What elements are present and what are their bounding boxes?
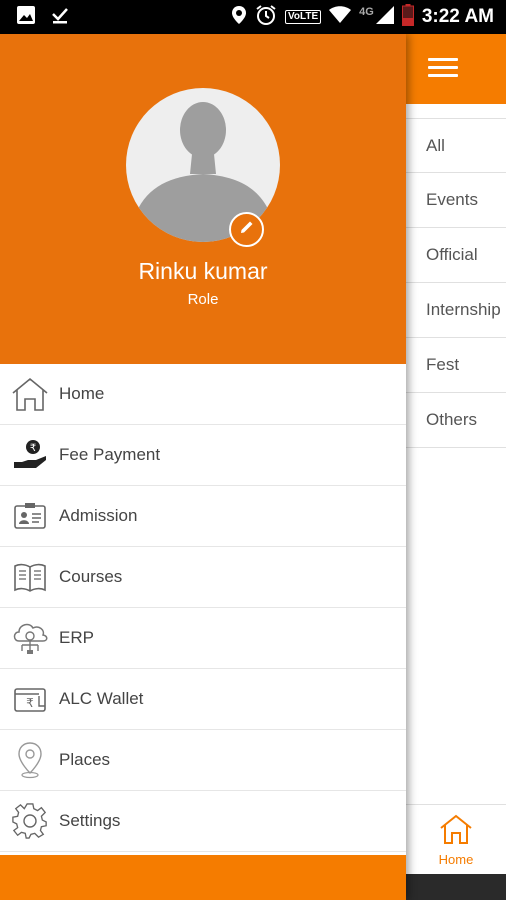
network-type: 4G: [359, 6, 374, 18]
gallery-icon: [16, 5, 36, 30]
edit-profile-button[interactable]: [229, 212, 264, 247]
home-icon: [0, 364, 60, 425]
signal-icon: [375, 5, 394, 29]
system-nav-bar: [406, 874, 506, 900]
menu-item-settings[interactable]: Settings: [0, 791, 406, 852]
category-others[interactable]: Others: [406, 393, 506, 448]
menu-item-home[interactable]: Home: [0, 364, 406, 425]
pencil-icon: [239, 219, 255, 240]
category-internship[interactable]: Internship: [406, 283, 506, 338]
drawer-footer: [0, 855, 406, 900]
courses-icon: [0, 547, 60, 608]
status-bar: VoLTE 4G 3:22 AM: [0, 0, 506, 34]
wifi-icon: [329, 5, 352, 29]
svg-text:₹: ₹: [30, 443, 36, 454]
home-icon: [438, 813, 474, 850]
svg-text:₹: ₹: [26, 696, 34, 710]
location-icon: [231, 5, 247, 30]
menu-item-label: Places: [59, 750, 111, 769]
menu-item-label: Admission: [59, 506, 138, 525]
drawer-header: Rinku kumar Role: [0, 34, 406, 364]
category-list: All Events Official Internship Fest Othe…: [406, 118, 506, 448]
bottom-nav-home[interactable]: Home: [406, 804, 506, 874]
user-name: Rinku kumar: [138, 258, 268, 284]
menu-item-label: ERP: [59, 628, 94, 647]
menu-item-label: Fee Payment: [59, 445, 161, 464]
menu-item-places[interactable]: Places: [0, 730, 406, 791]
user-role: Role: [187, 291, 219, 308]
menu-item-erp[interactable]: ERP: [0, 608, 406, 669]
download-done-icon: [50, 5, 70, 30]
menu-item-courses[interactable]: Courses: [0, 547, 406, 608]
navigation-drawer: Rinku kumar Role Home ₹ Fee Payment Admi…: [0, 34, 406, 900]
menu-item-label: Home: [59, 384, 105, 403]
wallet-icon: ₹: [0, 669, 60, 730]
category-official[interactable]: Official: [406, 228, 506, 283]
menu-item-admission[interactable]: Admission: [0, 486, 406, 547]
category-all[interactable]: All: [406, 118, 506, 173]
menu-item-label: Settings: [59, 811, 121, 830]
category-events[interactable]: Events: [406, 173, 506, 228]
clock: 3:22 AM: [421, 6, 494, 27]
menu-item-label: Courses: [59, 567, 123, 586]
alarm-icon: [255, 4, 277, 31]
menu-item-fee-payment[interactable]: ₹ Fee Payment: [0, 425, 406, 486]
category-fest[interactable]: Fest: [406, 338, 506, 393]
battery-icon: [401, 3, 414, 31]
bottom-nav-label: Home: [438, 852, 474, 867]
menu-item-label: ALC Wallet: [59, 689, 144, 708]
menu-item-alc-wallet[interactable]: ₹ ALC Wallet: [0, 669, 406, 730]
settings-icon: [0, 791, 60, 852]
erp-icon: [0, 608, 60, 669]
fee-payment-icon: ₹: [0, 425, 60, 486]
volte-badge: VoLTE: [284, 10, 322, 24]
places-icon: [0, 730, 60, 791]
admission-icon: [0, 486, 60, 547]
hamburger-menu-icon[interactable]: [428, 58, 458, 80]
